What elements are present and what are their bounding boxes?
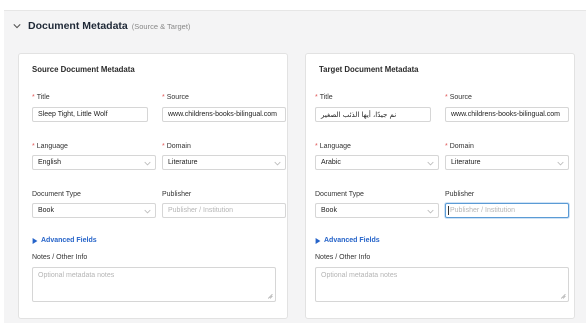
required-marker: * (315, 94, 318, 101)
target-title-input[interactable]: نم جيدًا، أيها الذئب الصغير (315, 107, 431, 122)
source-metadata-card: Source Document Metadata * Title Sleep Ti… (18, 53, 288, 319)
target-doctype-select[interactable]: Book (315, 203, 439, 218)
target-notes-textarea[interactable]: Optional metadata notes (315, 267, 569, 302)
notes-placeholder: Optional metadata notes (38, 272, 115, 279)
target-language-value: Arabic (321, 159, 341, 166)
source-doctype-value: Book (38, 207, 54, 214)
target-domain-label: * Domain (445, 143, 474, 150)
chevron-down-icon (427, 208, 434, 215)
resize-grip-icon[interactable] (267, 293, 273, 299)
required-marker: * (445, 143, 448, 150)
source-publisher-label: Publisher (162, 191, 192, 198)
target-card-title: Target Document Metadata (319, 65, 419, 74)
required-marker: * (32, 143, 35, 150)
source-notes-label: Notes / Other Info (32, 254, 88, 261)
required-marker: * (162, 143, 165, 150)
required-marker: * (32, 94, 35, 101)
source-source-input[interactable]: www.childrens-books-bilingual.com (162, 107, 286, 122)
chevron-down-icon (144, 208, 151, 215)
source-card-title: Source Document Metadata (32, 65, 135, 74)
publisher-placeholder: Publisher / Institution (450, 207, 515, 214)
chevron-down-icon (557, 160, 564, 167)
chevron-down-icon[interactable] (11, 20, 23, 32)
source-title-label: * Title (32, 94, 50, 101)
notes-placeholder: Optional metadata notes (321, 272, 398, 279)
target-advanced-fields-toggle[interactable]: Advanced Fields (315, 237, 380, 244)
source-language-label: * Language (32, 143, 68, 150)
section-title: Document Metadata (28, 20, 128, 32)
target-doctype-value: Book (321, 207, 337, 214)
target-domain-select[interactable]: Literature (445, 155, 569, 170)
chevron-down-icon (427, 160, 434, 167)
resize-grip-icon[interactable] (560, 293, 566, 299)
section-subtitle: (Source & Target) (131, 21, 191, 31)
advanced-fields-label: Advanced Fields (324, 237, 380, 244)
target-language-select[interactable]: Arabic (315, 155, 439, 170)
target-domain-value: Literature (451, 159, 481, 166)
source-notes-textarea[interactable]: Optional metadata notes (32, 267, 276, 302)
source-publisher-input[interactable]: Publisher / Institution (162, 203, 286, 218)
target-language-label: * Language (315, 143, 351, 150)
required-marker: * (445, 94, 448, 101)
target-notes-label: Notes / Other Info (315, 254, 371, 261)
source-language-value: English (38, 159, 61, 166)
source-source-label: * Source (162, 94, 189, 101)
text-cursor (448, 206, 449, 215)
document-metadata-section: Document Metadata (Source & Target) Sour… (4, 10, 586, 323)
play-triangle-icon (32, 237, 38, 244)
target-publisher-label: Publisher (445, 191, 475, 198)
target-source-label: * Source (445, 94, 472, 101)
source-doctype-label: Document Type (32, 191, 81, 198)
source-advanced-fields-toggle[interactable]: Advanced Fields (32, 237, 97, 244)
source-domain-value: Literature (168, 159, 198, 166)
advanced-fields-label: Advanced Fields (41, 237, 97, 244)
required-marker: * (315, 143, 318, 150)
target-source-input[interactable]: www.childrens-books-bilingual.com (445, 107, 569, 122)
target-doctype-label: Document Type (315, 191, 364, 198)
target-metadata-card: Target Document Metadata * Title نم جيدًا… (305, 53, 575, 319)
source-title-input[interactable]: Sleep Tight, Little Wolf (32, 107, 148, 122)
source-doctype-select[interactable]: Book (32, 203, 156, 218)
chevron-down-icon (144, 160, 151, 167)
play-triangle-icon (315, 237, 321, 244)
chevron-down-icon (274, 160, 281, 167)
section-header[interactable]: Document Metadata (Source & Target) (11, 17, 190, 35)
target-title-label: * Title (315, 94, 333, 101)
required-marker: * (162, 94, 165, 101)
source-domain-label: * Domain (162, 143, 191, 150)
source-domain-select[interactable]: Literature (162, 155, 286, 170)
source-language-select[interactable]: English (32, 155, 156, 170)
target-publisher-input[interactable]: Publisher / Institution (445, 203, 569, 218)
